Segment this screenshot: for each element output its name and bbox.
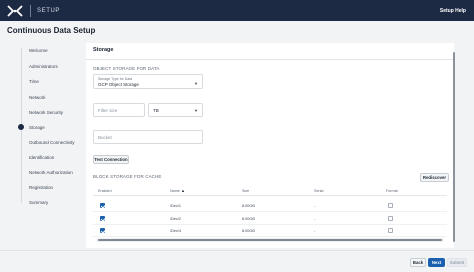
- disk-serial: -: [314, 217, 316, 221]
- enabled-checkbox[interactable]: [100, 203, 105, 208]
- step-label: Welcome: [29, 47, 48, 53]
- disk-name: /Dev/4: [170, 229, 181, 233]
- step-dot: [18, 78, 24, 84]
- disk-name: /Dev/2: [170, 217, 181, 221]
- col-enabled[interactable]: Enabled: [98, 189, 112, 193]
- col-name[interactable]: Name: [170, 189, 180, 193]
- chevron-down-icon: ▼: [194, 108, 198, 113]
- step-network[interactable]: Network: [18, 93, 46, 101]
- logo-icon: [4, 0, 26, 21]
- top-bar: SETUP Setup Help: [0, 0, 474, 21]
- footer-divider: [0, 250, 474, 251]
- content-vertical-scrollbar[interactable]: [452, 47, 456, 245]
- step-identification[interactable]: Identification: [18, 153, 54, 161]
- sort-ascending-icon[interactable]: ▲: [181, 188, 185, 193]
- step-administrators[interactable]: Administrators: [18, 62, 58, 70]
- table-row: /Dev/4 8.00GB -: [93, 225, 447, 237]
- step-label: Summary: [29, 199, 49, 205]
- step-label: Identification: [29, 154, 55, 160]
- chevron-down-icon: ▼: [194, 81, 198, 86]
- disk-serial: -: [314, 204, 316, 208]
- enabled-checkbox[interactable]: [100, 228, 105, 233]
- next-button[interactable]: Next: [428, 258, 445, 267]
- scrollbar-thumb[interactable]: [98, 239, 442, 241]
- block-storage-heading: BLOCK STORAGE FOR CACHE: [93, 174, 162, 179]
- step-label: Registration: [29, 184, 54, 190]
- step-label: Outbound Connectivity: [29, 139, 75, 145]
- col-format[interactable]: Format: [386, 189, 398, 193]
- page-title: Continuous Data Setup: [7, 26, 96, 35]
- step-dot: [18, 94, 24, 100]
- step-label: Network Security: [29, 109, 64, 115]
- format-checkbox[interactable]: [388, 216, 393, 221]
- col-serial[interactable]: Serial: [314, 189, 323, 193]
- topbar-divider: [30, 4, 31, 17]
- step-label: Network Authorization: [29, 169, 73, 175]
- setup-steps-sidebar: Welcome Administrators Time Network Netw…: [0, 43, 82, 258]
- step-dot: [18, 47, 24, 53]
- setup-help-link[interactable]: Setup Help: [440, 8, 466, 14]
- storage-panel: Storage OBJECT STORAGE FOR DATA Storage …: [86, 43, 454, 248]
- section-title: Storage: [93, 47, 114, 53]
- step-dot: [18, 169, 24, 175]
- size-placeholder: Filter size: [98, 108, 118, 113]
- step-summary[interactable]: Summary: [18, 198, 48, 206]
- size-unit-value: TB: [153, 108, 159, 113]
- storage-type-select[interactable]: Storage Type for Data GCP Object Storage…: [93, 74, 203, 89]
- step-dot: [18, 184, 24, 190]
- storage-type-label: Storage Type for Data: [98, 77, 133, 81]
- step-dot: [18, 109, 24, 115]
- step-welcome[interactable]: Welcome: [18, 46, 48, 54]
- size-input[interactable]: Filter size: [93, 103, 145, 117]
- col-size[interactable]: Size: [242, 189, 249, 193]
- step-network-authorization[interactable]: Network Authorization: [18, 168, 73, 176]
- disk-name: /Dev/1: [170, 204, 181, 208]
- size-unit-select[interactable]: TB ▼: [148, 103, 203, 117]
- step-registration[interactable]: Registration: [18, 183, 53, 191]
- disk-size: 8.00GB: [242, 217, 255, 221]
- app-title: SETUP: [37, 7, 61, 14]
- table-row: /Dev/1 8.00GB -: [93, 200, 447, 212]
- scrollbar-thumb[interactable]: [453, 52, 455, 242]
- format-checkbox[interactable]: [388, 203, 393, 208]
- step-dot: [18, 199, 24, 205]
- step-network-security[interactable]: Network Security: [18, 108, 63, 116]
- step-label: Administrators: [29, 63, 58, 69]
- step-outbound-connectivity[interactable]: Outbound Connectivity: [18, 138, 75, 146]
- storage-type-value: GCP Object Storage: [98, 82, 139, 87]
- step-label: Network: [29, 94, 46, 100]
- submit-button[interactable]: Submit: [447, 258, 467, 267]
- bucket-placeholder: Bucket: [98, 135, 112, 140]
- step-dot-active: [18, 124, 24, 130]
- step-dot: [18, 139, 24, 145]
- format-checkbox[interactable]: [388, 228, 393, 233]
- disk-serial: -: [314, 229, 316, 233]
- step-dot: [18, 154, 24, 160]
- table-header: Enabled Name ▲ Size Serial Format: [93, 187, 447, 196]
- step-label: Storage: [29, 124, 45, 130]
- object-storage-heading: OBJECT STORAGE FOR DATA: [93, 66, 160, 71]
- rediscover-button[interactable]: Rediscover: [420, 173, 449, 182]
- test-connection-button[interactable]: Test Connection: [93, 155, 129, 164]
- back-button[interactable]: Back: [410, 258, 426, 267]
- step-time[interactable]: Time: [18, 77, 39, 85]
- table-horizontal-scrollbar[interactable]: [96, 238, 444, 242]
- step-dot: [18, 63, 24, 69]
- disk-size: 8.00GB: [242, 229, 255, 233]
- table-row: /Dev/2 8.00GB -: [93, 213, 447, 225]
- enabled-checkbox[interactable]: [100, 216, 105, 221]
- disk-size: 8.00GB: [242, 204, 255, 208]
- step-label: Time: [29, 78, 39, 84]
- section-divider: [86, 59, 454, 60]
- bucket-input[interactable]: Bucket: [93, 130, 203, 144]
- step-storage[interactable]: Storage: [18, 123, 45, 131]
